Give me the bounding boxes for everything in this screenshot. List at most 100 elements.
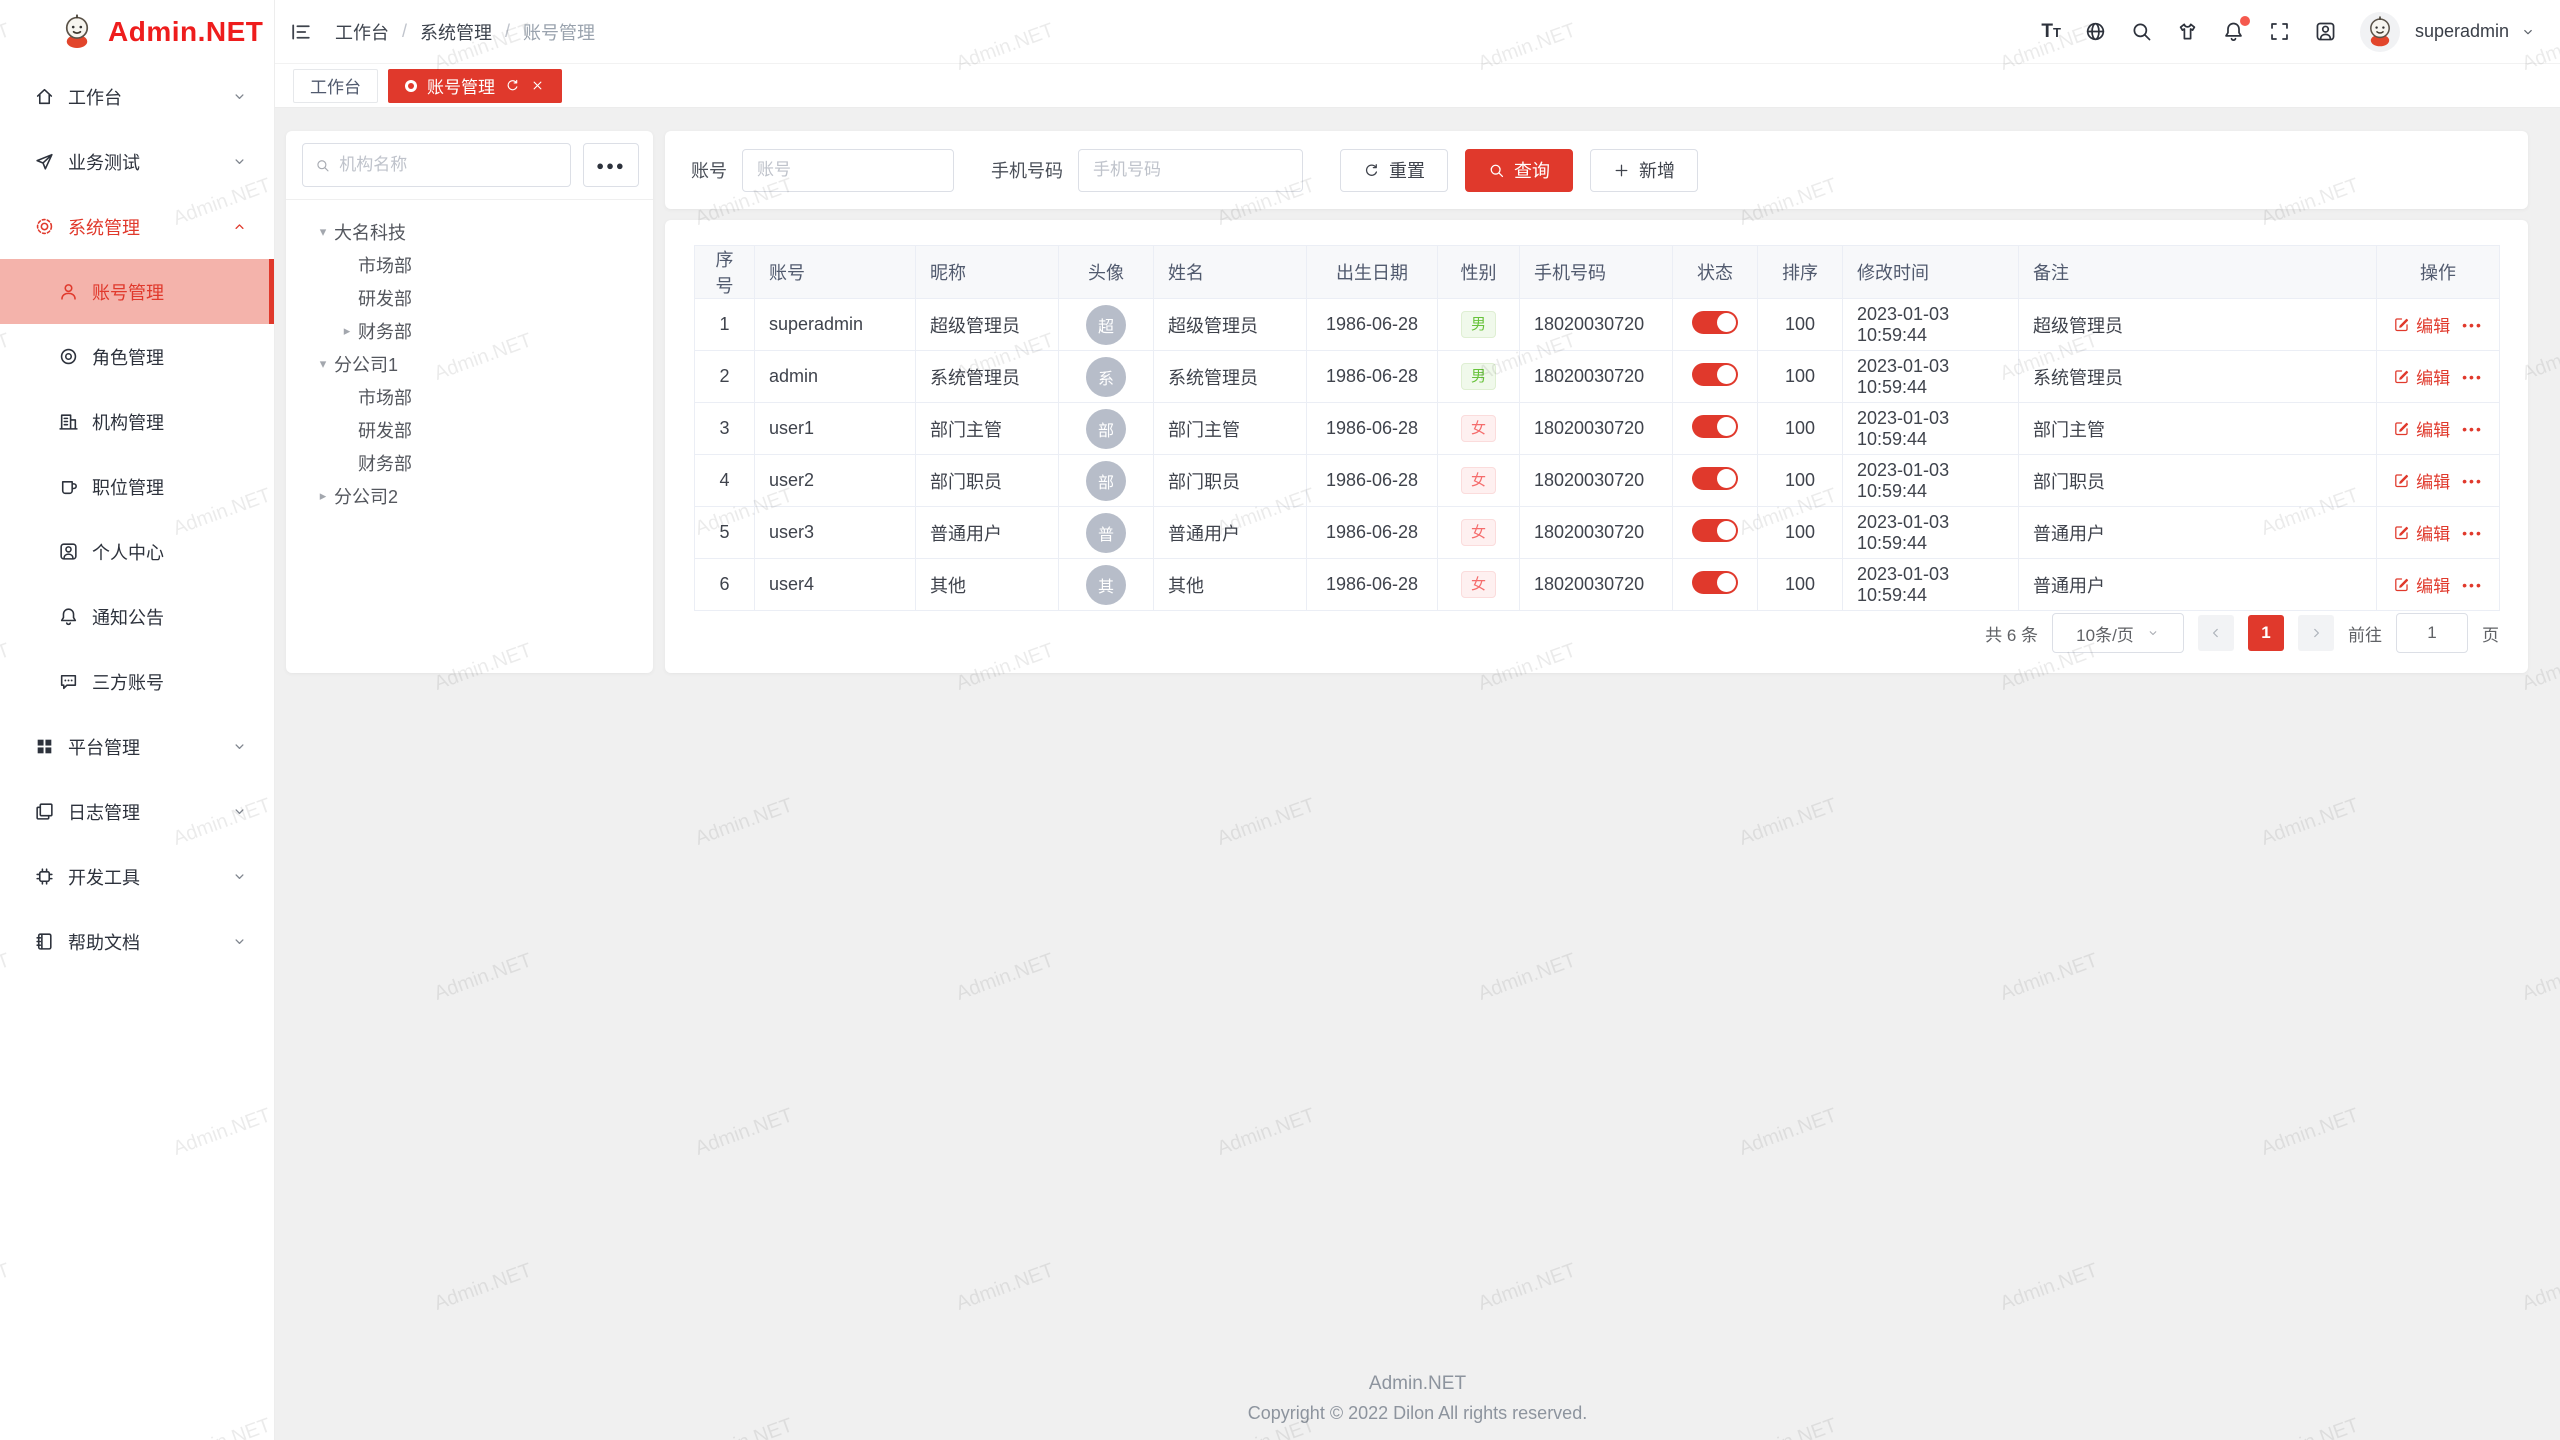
sidebar-item-business-test[interactable]: 业务测试: [0, 129, 274, 194]
more-actions-button[interactable]: •••: [2462, 525, 2483, 541]
reset-button[interactable]: 重置: [1340, 149, 1448, 192]
fullscreen-icon[interactable]: [2268, 20, 2291, 43]
logo[interactable]: Admin.NET: [0, 0, 274, 64]
avatar: 系: [1086, 357, 1126, 397]
language-icon[interactable]: [2084, 20, 2107, 43]
tab-close-icon[interactable]: [530, 78, 545, 93]
cell-account: user3: [755, 507, 916, 559]
cell-gender: 男: [1438, 351, 1520, 403]
footer-copyright: Copyright © 2022 Dilon All rights reserv…: [275, 1403, 2560, 1424]
tree-node-7[interactable]: 财务部: [286, 446, 653, 479]
tree-node-label: 研发部: [358, 417, 412, 443]
column-header-0: 序号: [695, 246, 755, 299]
prev-page-button[interactable]: [2198, 615, 2234, 651]
profile-icon[interactable]: [2314, 20, 2337, 43]
caret-down-icon[interactable]: ▾: [312, 356, 334, 372]
edit-button[interactable]: 编辑: [2393, 364, 2450, 389]
status-toggle[interactable]: [1692, 415, 1738, 438]
more-actions-button[interactable]: •••: [2462, 317, 2483, 333]
caret-right-icon[interactable]: ▸: [336, 323, 358, 339]
sidebar-item-personal-center[interactable]: 个人中心: [0, 519, 274, 584]
org-more-button[interactable]: ●●●: [583, 143, 639, 187]
sidebar-item-label: 开发工具: [68, 864, 231, 890]
sidebar-item-third-account[interactable]: 三方账号: [0, 649, 274, 714]
phone-input[interactable]: [1078, 149, 1303, 192]
edit-button[interactable]: 编辑: [2393, 416, 2450, 441]
tree-node-6[interactable]: 研发部: [286, 413, 653, 446]
add-button[interactable]: 新增: [1590, 149, 1698, 192]
sidebar-item-label: 角色管理: [92, 344, 248, 370]
notification-icon[interactable]: [2222, 20, 2245, 43]
sidebar-item-label: 系统管理: [68, 214, 231, 240]
menu-collapse-icon[interactable]: [289, 20, 313, 44]
font-size-icon[interactable]: TT: [2041, 21, 2061, 43]
notification-badge: [2240, 16, 2250, 26]
sidebar-item-system-mgmt[interactable]: 系统管理: [0, 194, 274, 259]
tree-node-8[interactable]: ▸分公司2: [286, 479, 653, 512]
tree-node-1[interactable]: 市场部: [286, 248, 653, 281]
org-search-input[interactable]: [339, 155, 558, 175]
sidebar-item-platform-mgmt[interactable]: 平台管理: [0, 714, 274, 779]
tab-account-mgmt[interactable]: 账号管理: [388, 69, 562, 103]
goto-page-input[interactable]: [2396, 613, 2468, 653]
table-panel: 序号账号昵称头像姓名出生日期性别手机号码状态排序修改时间备注操作1superad…: [665, 220, 2528, 673]
tree-node-5[interactable]: 市场部: [286, 380, 653, 413]
sidebar-item-log-mgmt[interactable]: 日志管理: [0, 779, 274, 844]
more-actions-button[interactable]: •••: [2462, 369, 2483, 385]
user-avatar[interactable]: [2360, 12, 2400, 52]
caret-right-icon[interactable]: ▸: [312, 488, 334, 504]
sidebar-item-dev-tools[interactable]: 开发工具: [0, 844, 274, 909]
edit-button[interactable]: 编辑: [2393, 312, 2450, 337]
status-toggle[interactable]: [1692, 363, 1738, 386]
sidebar-item-account-mgmt[interactable]: 账号管理: [0, 259, 274, 324]
tab-workbench[interactable]: 工作台: [293, 69, 378, 103]
sidebar-item-position-mgmt[interactable]: 职位管理: [0, 454, 274, 519]
sidebar-item-notice[interactable]: 通知公告: [0, 584, 274, 649]
search-icon[interactable]: [2130, 20, 2153, 43]
sidebar-item-role-mgmt[interactable]: 角色管理: [0, 324, 274, 389]
org-search-box[interactable]: [302, 143, 571, 187]
tree-node-2[interactable]: 研发部: [286, 281, 653, 314]
status-toggle[interactable]: [1692, 467, 1738, 490]
phone-label: 手机号码: [991, 157, 1063, 183]
more-actions-button[interactable]: •••: [2462, 421, 2483, 437]
current-page[interactable]: 1: [2248, 615, 2284, 651]
username[interactable]: superadmin: [2415, 21, 2509, 42]
cell-operations: 编辑 •••: [2377, 559, 2500, 611]
caret-down-icon[interactable]: ▾: [312, 224, 334, 240]
org-tree: ▾大名科技市场部研发部▸财务部▾分公司1市场部研发部财务部▸分公司2: [286, 200, 653, 527]
footer-title: Admin.NET: [275, 1373, 2560, 1395]
sidebar-item-org-mgmt[interactable]: 机构管理: [0, 389, 274, 454]
search-button[interactable]: 查询: [1465, 149, 1573, 192]
edit-button-label: 编辑: [2416, 312, 2450, 337]
status-toggle[interactable]: [1692, 571, 1738, 594]
breadcrumb-item-0[interactable]: 工作台: [335, 19, 389, 45]
chevron-down-icon[interactable]: [2520, 24, 2536, 40]
next-page-button[interactable]: [2298, 615, 2334, 651]
theme-icon[interactable]: [2176, 20, 2199, 43]
tab-label: 工作台: [310, 73, 361, 98]
tree-node-4[interactable]: ▾分公司1: [286, 347, 653, 380]
status-toggle[interactable]: [1692, 311, 1738, 334]
sidebar-item-help-docs[interactable]: 帮助文档: [0, 909, 274, 974]
search-icon: [315, 157, 330, 174]
page-size-select[interactable]: 10条/页: [2052, 613, 2184, 653]
more-actions-button[interactable]: •••: [2462, 473, 2483, 489]
edit-button[interactable]: 编辑: [2393, 520, 2450, 545]
status-toggle[interactable]: [1692, 519, 1738, 542]
tab-refresh-icon[interactable]: [505, 78, 520, 93]
add-button-label: 新增: [1639, 157, 1675, 183]
org-icon: [58, 411, 79, 432]
edit-button[interactable]: 编辑: [2393, 468, 2450, 493]
tree-node-0[interactable]: ▾大名科技: [286, 215, 653, 248]
account-input[interactable]: [742, 149, 954, 192]
sidebar-item-workbench[interactable]: 工作台: [0, 64, 274, 129]
cell-remark: 部门职员: [2019, 455, 2377, 507]
edit-button[interactable]: 编辑: [2393, 572, 2450, 597]
breadcrumb-item-2: 账号管理: [523, 19, 595, 45]
more-actions-button[interactable]: •••: [2462, 577, 2483, 593]
gender-badge: 女: [1461, 415, 1496, 442]
breadcrumb-item-1[interactable]: 系统管理: [420, 19, 492, 45]
chevron-down-icon: [231, 738, 248, 755]
tree-node-3[interactable]: ▸财务部: [286, 314, 653, 347]
